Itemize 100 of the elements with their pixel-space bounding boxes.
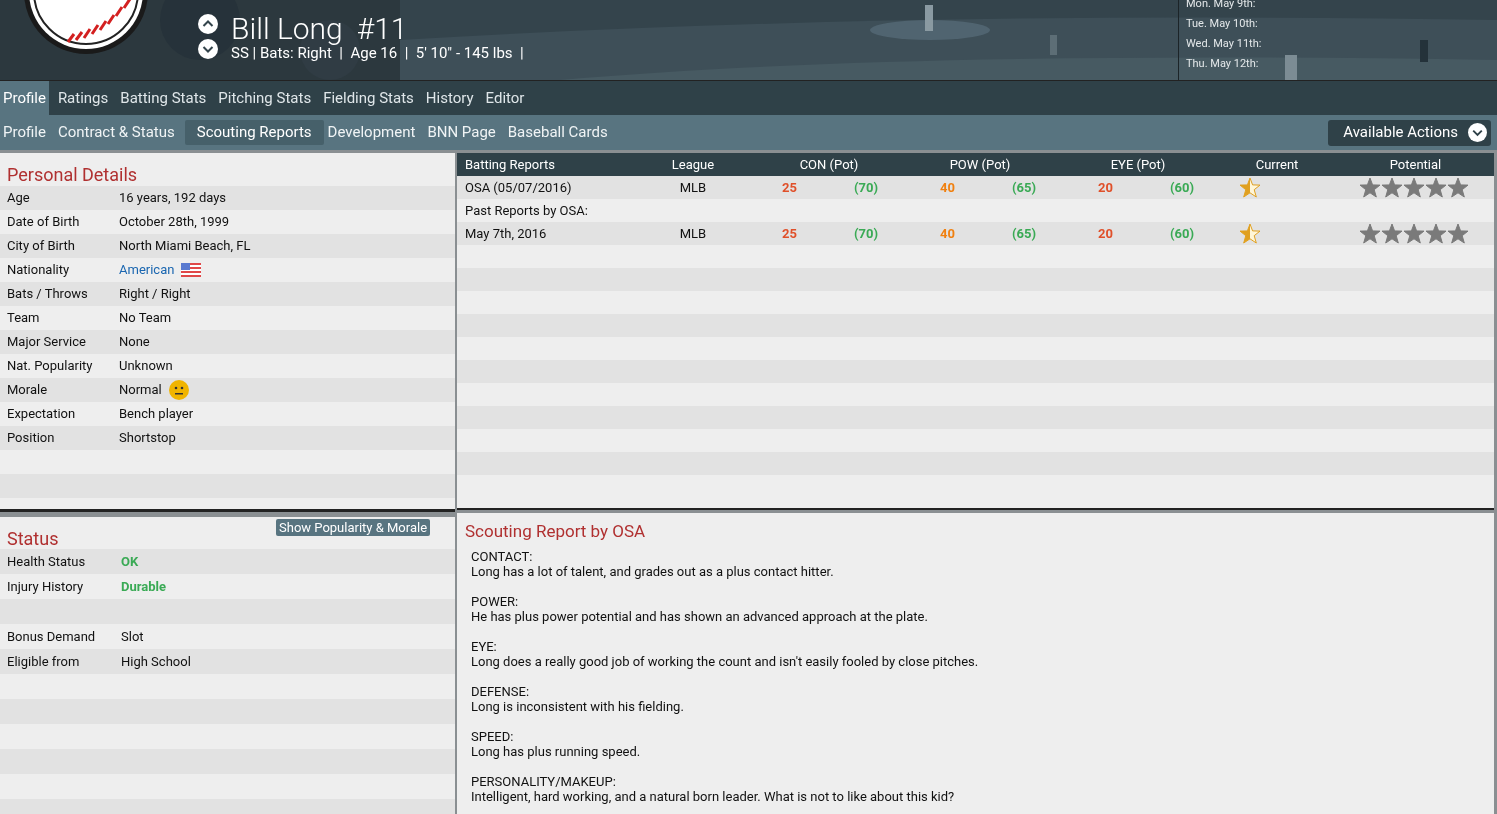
- tab[interactable]: Batting Stats: [117, 81, 210, 115]
- section-title: Status: [7, 528, 59, 549]
- field-value: None: [119, 333, 150, 352]
- field-label: Position: [6, 429, 56, 448]
- field-value: Right / Right: [119, 285, 191, 304]
- player-number: #11: [356, 10, 408, 47]
- star-icon: [1447, 177, 1469, 198]
- field-value: Slot: [121, 627, 144, 646]
- section-title: Scouting Report by OSA: [465, 520, 647, 543]
- tab[interactable]: Baseball Cards: [504, 120, 611, 145]
- table-cell-text: (70): [853, 178, 878, 197]
- chevron-down-icon: [1468, 123, 1487, 142]
- tab[interactable]: Pitching Stats: [215, 81, 315, 115]
- half-star-icon: [1239, 177, 1261, 198]
- tab[interactable]: Ratings: [54, 81, 112, 115]
- table-cell-text: (60): [1169, 224, 1194, 243]
- star-icon: [1381, 223, 1403, 244]
- column-header: Current: [1254, 155, 1300, 174]
- field-value: North Miami Beach, FL: [119, 237, 251, 256]
- available-actions-button[interactable]: Available Actions: [1328, 119, 1491, 146]
- player-name: Bill Long: [231, 10, 343, 47]
- tab[interactable]: Scouting Reports: [184, 120, 324, 145]
- section-heading: SPEED:: [471, 729, 515, 744]
- section-heading: CONTACT:: [471, 549, 534, 564]
- field-label: Expectation: [6, 405, 77, 424]
- table-cell-text: 40: [940, 178, 955, 197]
- half-star-icon: [1239, 223, 1261, 244]
- chevron-down-icon[interactable]: [198, 39, 218, 59]
- field-value: Normal: [119, 381, 162, 400]
- tab[interactable]: Contract & Status: [54, 120, 178, 145]
- column-header: League: [670, 155, 716, 174]
- table-cell-text: 40: [940, 224, 955, 243]
- field-label: Bonus Demand: [6, 627, 97, 646]
- neutral-face-icon: [168, 380, 189, 400]
- column-header: Batting Reports: [464, 155, 556, 174]
- table-cell-text: 25: [782, 224, 797, 243]
- table-cell-text: Past Reports by OSA:: [464, 201, 588, 220]
- field-value: October 28th, 1999: [119, 213, 230, 232]
- field-label: City of Birth: [6, 237, 76, 256]
- table-cell-text: (65): [1011, 178, 1036, 197]
- tab[interactable]: Profile: [0, 120, 49, 145]
- column-header: EYE (Pot): [1109, 155, 1167, 174]
- tab[interactable]: Profile: [0, 81, 49, 115]
- report-text: Long has plus running speed.: [471, 744, 642, 759]
- table-cell-text: MLB: [678, 178, 708, 197]
- tab[interactable]: Editor: [482, 81, 528, 115]
- field-label: Injury History: [6, 577, 85, 596]
- field-label: Nat. Popularity: [6, 357, 94, 376]
- table-cell-text: (60): [1169, 178, 1194, 197]
- column-header: POW (Pot): [948, 155, 1012, 174]
- star-icon: [1359, 177, 1381, 198]
- table-cell-text: 20: [1098, 178, 1113, 197]
- table-cell-text: 20: [1098, 224, 1113, 243]
- field-label: Morale: [6, 381, 49, 400]
- field-value: No Team: [119, 309, 172, 328]
- table-cell-text: MLB: [678, 224, 708, 243]
- field-label: Date of Birth: [6, 213, 81, 232]
- section-heading: EYE:: [471, 639, 498, 654]
- table-cell-text: OSA (05/07/2016): [464, 178, 573, 197]
- section-heading: DEFENSE:: [471, 684, 531, 699]
- flag-icon: [181, 263, 202, 277]
- star-icon: [1403, 177, 1425, 198]
- report-text: Intelligent, hard working, and a natural born leader. What is not to like about this kid?: [471, 789, 956, 804]
- tab[interactable]: History: [422, 81, 477, 115]
- star-icon: [1447, 223, 1469, 244]
- star-icon: [1359, 223, 1381, 244]
- column-header: CON (Pot): [798, 155, 860, 174]
- field-value: Shortstop: [119, 429, 176, 448]
- field-label: Team: [6, 309, 41, 328]
- field-label: Major Service: [6, 333, 87, 352]
- field-value: Bench player: [119, 405, 194, 424]
- section-heading: POWER:: [471, 594, 520, 609]
- table-cell-text: (65): [1011, 224, 1036, 243]
- report-text: Long is inconsistent with his fielding.: [471, 699, 685, 714]
- field-label: Age: [6, 189, 31, 208]
- schedule-date: Thu. May 12th:: [1186, 56, 1260, 71]
- star-icon: [1381, 177, 1403, 198]
- star-icon: [1403, 223, 1425, 244]
- table-cell-text: (70): [853, 224, 878, 243]
- nationality-link[interactable]: American: [119, 260, 175, 280]
- field-label: Bats / Throws: [6, 285, 89, 304]
- star-icon: [1425, 223, 1447, 244]
- report-text: He has plus power potential and has shown an advanced approach at the plate.: [471, 609, 929, 624]
- tab[interactable]: BNN Page: [424, 120, 499, 145]
- field-value: Unknown: [119, 357, 173, 376]
- player-summary: SS | Bats: Right | Age 16 | 5' 10" - 145 lbs |: [231, 44, 524, 64]
- chevron-up-icon[interactable]: [198, 14, 218, 34]
- schedule-date: Wed. May 11th:: [1186, 36, 1262, 51]
- field-value: OK: [121, 552, 139, 571]
- section-heading: PERSONALITY/MAKEUP:: [471, 774, 617, 789]
- field-label: Eligible from: [6, 652, 81, 671]
- field-value: High School: [121, 652, 191, 671]
- tab[interactable]: Fielding Stats: [320, 81, 417, 115]
- field-label: Nationality: [6, 261, 71, 280]
- column-header: Potential: [1388, 155, 1443, 174]
- field-label: Health Status: [6, 552, 87, 571]
- show-popularity-button[interactable]: Show Popularity & Morale: [276, 519, 431, 536]
- table-cell-text: 25: [782, 178, 797, 197]
- report-text: Long has a lot of talent, and grades out as a plus contact hitter.: [471, 564, 835, 579]
- tab[interactable]: Development: [324, 120, 419, 145]
